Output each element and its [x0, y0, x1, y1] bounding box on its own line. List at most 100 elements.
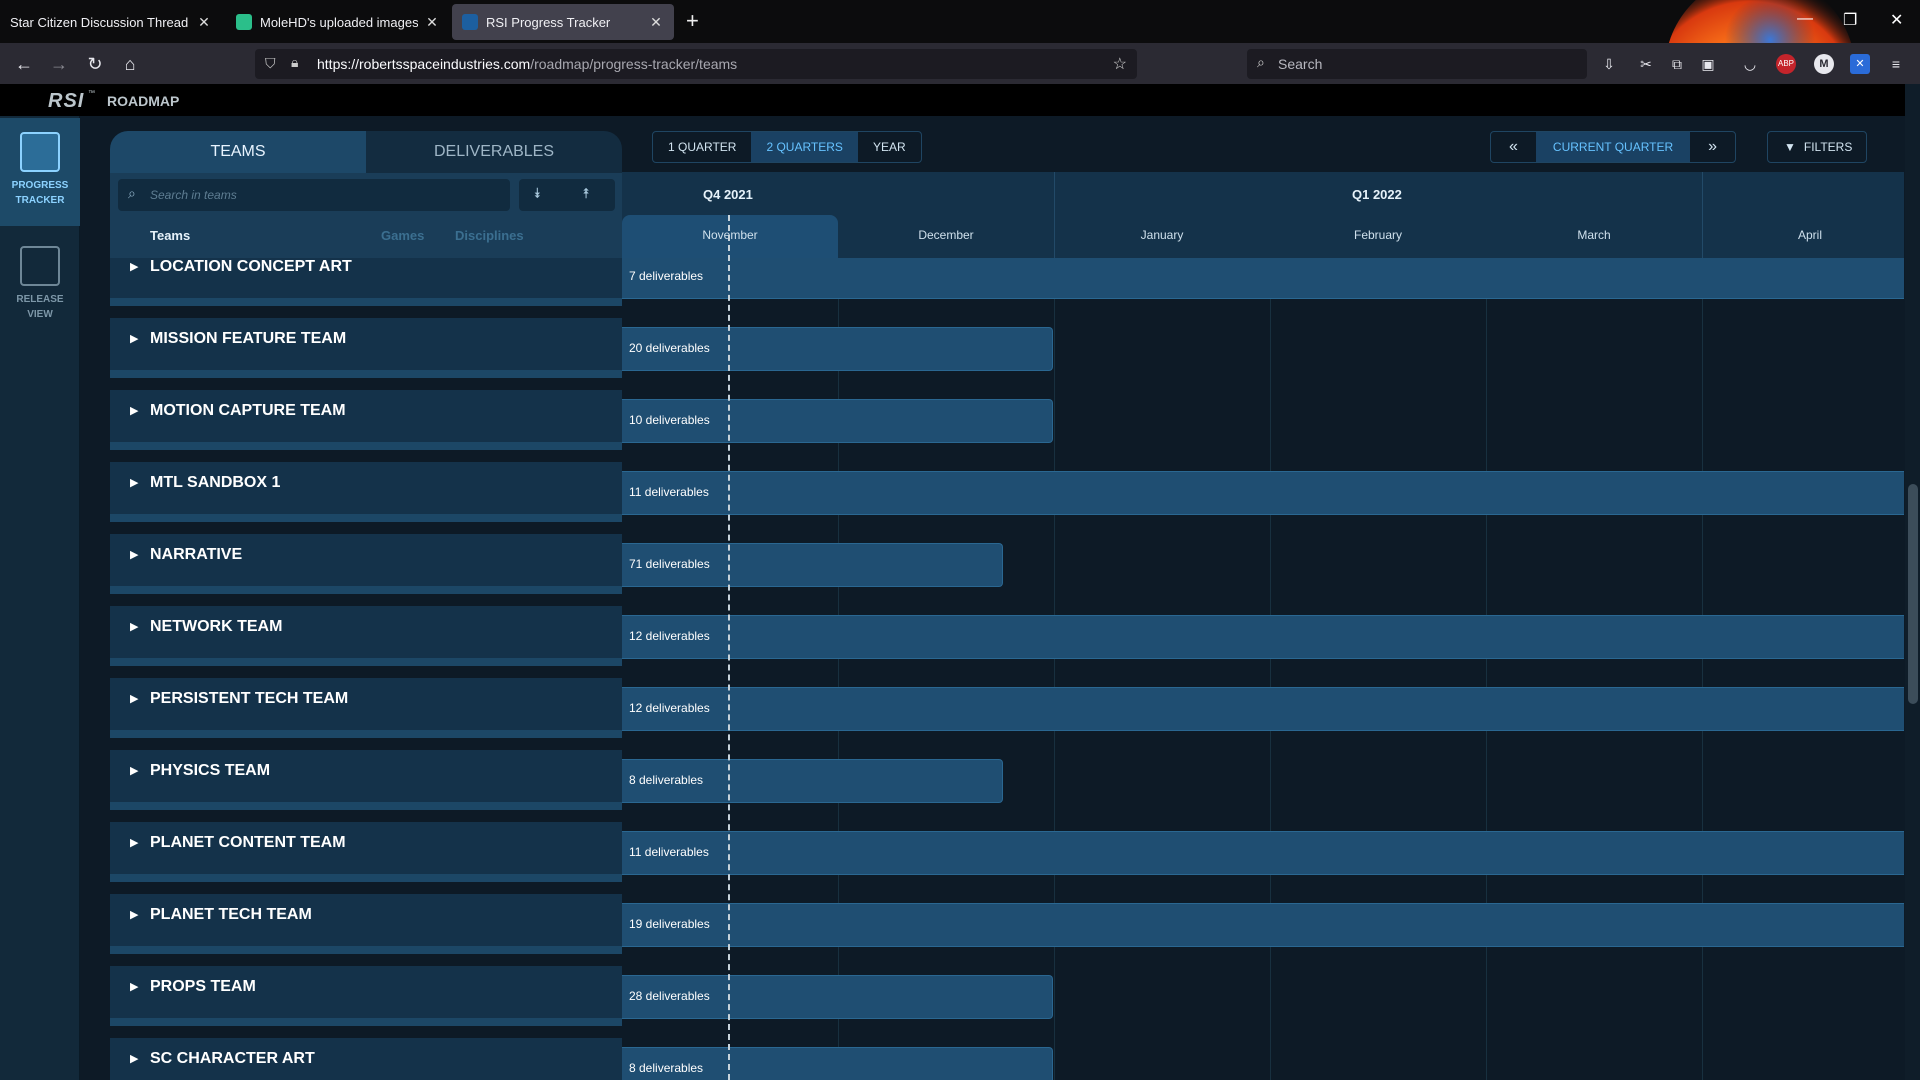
team-row[interactable]: ▶ PROPS TEAM 28 deliverables: [110, 966, 1904, 1038]
team-name[interactable]: PROPS TEAM: [150, 978, 256, 996]
rail-release-view[interactable]: RELEASE VIEW: [0, 232, 80, 340]
scrollbar-thumb[interactable]: [1908, 484, 1918, 704]
url-bar[interactable]: ⛉ 🔒︎ https://robertsspaceindustries.com/…: [255, 49, 1137, 79]
rail-progress-tracker[interactable]: PROGRESS TRACKER: [0, 118, 80, 226]
team-row[interactable]: ▶ NARRATIVE 71 deliverables: [110, 534, 1904, 606]
expand-arrow-icon[interactable]: ▶: [130, 260, 138, 273]
extension-icon[interactable]: ✕: [1850, 54, 1870, 74]
team-name[interactable]: NARRATIVE: [150, 546, 242, 564]
period-year[interactable]: YEAR: [858, 132, 921, 162]
team-row[interactable]: ▶ SC CHARACTER ART 8 deliverables: [110, 1038, 1904, 1080]
clipboard-icon[interactable]: ▣: [1698, 54, 1718, 74]
reload-icon[interactable]: ↻: [83, 52, 107, 76]
minimize-icon[interactable]: —: [1797, 10, 1813, 28]
month-label: November: [702, 228, 758, 242]
month-label: March: [1577, 228, 1611, 242]
period-1-quarter[interactable]: 1 QUARTER: [653, 132, 751, 162]
filters-button[interactable]: ▼ FILTERS: [1767, 131, 1868, 163]
team-row[interactable]: ▶ PLANET TECH TEAM 19 deliverables: [110, 894, 1904, 966]
team-row[interactable]: ▶ PERSISTENT TECH TEAM 12 deliverables: [110, 678, 1904, 750]
team-name[interactable]: LOCATION CONCEPT ART: [150, 258, 352, 276]
team-name[interactable]: PERSISTENT TECH TEAM: [150, 690, 348, 708]
bookmark-star-icon[interactable]: ☆: [1113, 54, 1127, 74]
team-name[interactable]: PHYSICS TEAM: [150, 762, 270, 780]
roadmap-title[interactable]: ROADMAP: [107, 93, 179, 109]
search-bar[interactable]: ⌕ Search: [1247, 49, 1587, 79]
expand-all-icon[interactable]: ⯯: [533, 185, 541, 202]
deliverables-bar[interactable]: 20 deliverables: [622, 327, 1053, 371]
rsi-logo[interactable]: RSI: [48, 90, 84, 113]
adblock-icon[interactable]: ABP: [1776, 54, 1796, 74]
expand-arrow-icon[interactable]: ▶: [130, 404, 138, 417]
account-avatar-icon[interactable]: M: [1814, 54, 1834, 74]
deliverables-bar[interactable]: 11 deliverables: [622, 831, 1904, 875]
next-quarter-icon[interactable]: »: [1690, 132, 1735, 162]
new-tab-button[interactable]: +: [686, 10, 699, 32]
browser-tab-molehd[interactable]: MoleHD's uploaded images - Im ✕: [226, 4, 450, 40]
deliverables-bar[interactable]: 11 deliverables: [622, 471, 1904, 515]
tab-deliverables[interactable]: DELIVERABLES: [366, 131, 622, 173]
column-teams[interactable]: Teams: [150, 228, 190, 243]
column-disciplines[interactable]: Disciplines: [455, 228, 524, 243]
deliverables-bar[interactable]: 8 deliverables: [622, 759, 1003, 803]
team-name[interactable]: NETWORK TEAM: [150, 618, 282, 636]
browser-tab-rsi-progress-tracker[interactable]: RSI Progress Tracker ✕: [452, 4, 674, 40]
pocket-icon[interactable]: ◡: [1740, 54, 1760, 74]
expand-arrow-icon[interactable]: ▶: [130, 548, 138, 561]
search-teams-input[interactable]: ⌕ Search in teams: [118, 179, 510, 211]
deliverables-bar[interactable]: 12 deliverables: [622, 615, 1904, 659]
previous-quarter-icon[interactable]: «: [1491, 132, 1536, 162]
expand-arrow-icon[interactable]: ▶: [130, 764, 138, 777]
close-tab-icon[interactable]: ✕: [648, 14, 664, 31]
expand-arrow-icon[interactable]: ▶: [130, 332, 138, 345]
deliverables-bar[interactable]: 8 deliverables: [622, 1047, 1053, 1080]
browser-tab-star-citizen[interactable]: Star Citizen Discussion Thread v12 | ✕: [0, 4, 222, 40]
current-quarter-button[interactable]: CURRENT QUARTER: [1535, 132, 1691, 162]
close-tab-icon[interactable]: ✕: [196, 14, 212, 31]
team-row[interactable]: ▶ PLANET CONTENT TEAM 11 deliverables: [110, 822, 1904, 894]
expand-arrow-icon[interactable]: ▶: [130, 620, 138, 633]
downloads-icon[interactable]: ⇩: [1599, 54, 1619, 74]
close-tab-icon[interactable]: ✕: [424, 14, 440, 31]
expand-arrow-icon[interactable]: ▶: [130, 908, 138, 921]
shield-icon[interactable]: ⛉: [265, 55, 276, 72]
team-row[interactable]: ▶ LOCATION CONCEPT ART 7 deliverables: [110, 258, 1904, 318]
expand-arrow-icon[interactable]: ▶: [130, 980, 138, 993]
team-name[interactable]: PLANET TECH TEAM: [150, 906, 312, 924]
period-2-quarters[interactable]: 2 QUARTERS: [751, 132, 858, 162]
cut-icon[interactable]: ✂: [1636, 54, 1656, 74]
menu-icon[interactable]: ≡: [1886, 54, 1906, 74]
collapse-all-icon[interactable]: ⯭: [582, 185, 590, 202]
back-icon[interactable]: ←: [12, 52, 36, 76]
period-selector: 1 QUARTER 2 QUARTERS YEAR: [652, 131, 922, 163]
deliverables-bar[interactable]: 28 deliverables: [622, 975, 1053, 1019]
team-name[interactable]: MOTION CAPTURE TEAM: [150, 402, 346, 420]
expand-arrow-icon[interactable]: ▶: [130, 692, 138, 705]
deliverables-bar[interactable]: 10 deliverables: [622, 399, 1053, 443]
expand-arrow-icon[interactable]: ▶: [130, 476, 138, 489]
team-name[interactable]: SC CHARACTER ART: [150, 1050, 315, 1068]
team-row[interactable]: ▶ NETWORK TEAM 12 deliverables: [110, 606, 1904, 678]
copy-icon[interactable]: ⧉: [1667, 54, 1687, 74]
deliverables-bar[interactable]: 19 deliverables: [622, 903, 1904, 947]
team-row[interactable]: ▶ PHYSICS TEAM 8 deliverables: [110, 750, 1904, 822]
team-row[interactable]: ▶ MTL SANDBOX 1 11 deliverables: [110, 462, 1904, 534]
home-icon[interactable]: ⌂: [118, 52, 142, 76]
page-scrollbar[interactable]: [1905, 84, 1920, 1080]
team-name[interactable]: MTL SANDBOX 1: [150, 474, 280, 492]
team-row[interactable]: ▶ MOTION CAPTURE TEAM 10 deliverables: [110, 390, 1904, 462]
deliverables-bar[interactable]: 12 deliverables: [622, 687, 1904, 731]
team-name[interactable]: MISSION FEATURE TEAM: [150, 330, 346, 348]
deliverables-bar[interactable]: 71 deliverables: [622, 543, 1003, 587]
expand-arrow-icon[interactable]: ▶: [130, 836, 138, 849]
deliverables-bar[interactable]: 7 deliverables: [622, 258, 1904, 299]
column-games[interactable]: Games: [381, 228, 424, 243]
lock-icon[interactable]: 🔒︎: [291, 54, 298, 71]
forward-icon[interactable]: →: [47, 52, 71, 76]
expand-arrow-icon[interactable]: ▶: [130, 1052, 138, 1065]
team-name[interactable]: PLANET CONTENT TEAM: [150, 834, 346, 852]
close-window-icon[interactable]: ✕: [1890, 10, 1903, 30]
tab-teams[interactable]: TEAMS: [110, 131, 366, 173]
restore-icon[interactable]: ❐: [1843, 10, 1857, 30]
team-row[interactable]: ▶ MISSION FEATURE TEAM 20 deliverables: [110, 318, 1904, 390]
